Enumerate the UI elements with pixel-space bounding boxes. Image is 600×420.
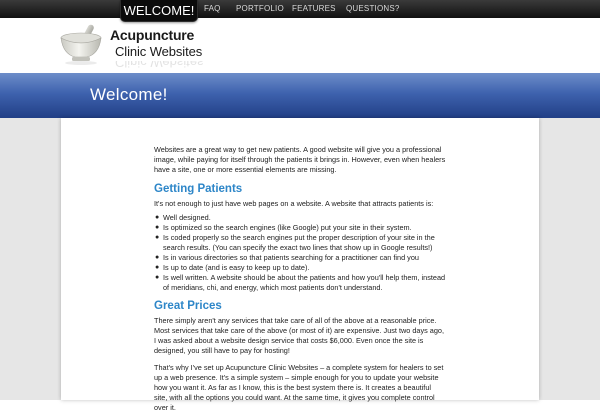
- great-prices-paragraph: There simply aren't any services that ta…: [154, 316, 444, 355]
- bullet-icon: ●: [155, 234, 160, 241]
- bullet-icon: ●: [155, 264, 160, 271]
- list-item-text: Is optimized so the search engines (like…: [163, 223, 412, 232]
- page-title: Welcome!: [90, 85, 168, 104]
- list-item-text: Is coded properly so the search engines …: [163, 233, 435, 252]
- heading-getting-patients: Getting Patients: [154, 183, 243, 195]
- list-item: ● Is optimized so the search engines (lik…: [154, 223, 446, 233]
- list-item: ● Is coded properly so the search engines…: [154, 233, 446, 253]
- main-content: Websites are a great way to get new pati…: [154, 145, 446, 420]
- bullet-icon: ●: [155, 274, 160, 281]
- bullet-icon: ●: [155, 224, 160, 231]
- logo-line-2: Clinic Websites: [115, 44, 203, 59]
- nav-item-welcome-active[interactable]: WELCOME!: [120, 0, 198, 22]
- heading-great-prices: Great Prices: [154, 300, 222, 312]
- page-banner: Welcome!: [0, 73, 600, 118]
- list-item: ● Is up to date (and is easy to keep up t…: [154, 263, 446, 273]
- list-item: ● Is in various directories so that patie…: [154, 253, 446, 263]
- list-item-text: Is up to date (and is easy to keep up to…: [163, 263, 310, 272]
- bullet-icon: ●: [155, 254, 160, 261]
- features-list: ● Well designed. ● Is optimized so the sea…: [154, 213, 446, 293]
- nav-item-features[interactable]: FEATURES: [292, 0, 336, 18]
- nav-item-portfolio[interactable]: PORTFOLIO: [236, 0, 284, 18]
- intro-paragraph: Websites are a great way to get new pati…: [154, 145, 446, 174]
- list-item: ● Is well written. A website should be ab…: [154, 273, 446, 293]
- list-item-text: Well designed.: [163, 213, 211, 222]
- system-paragraph: That's why I've set up Acupuncture Clini…: [154, 363, 444, 412]
- list-item: ● Well designed.: [154, 213, 446, 223]
- mortar-pestle-logo-icon: [60, 24, 102, 65]
- list-item-text: Is in various directories so that patien…: [163, 253, 419, 262]
- site-logo-text[interactable]: Acupuncture Clinic Websites: [110, 27, 202, 60]
- bullet-icon: ●: [155, 214, 160, 221]
- getting-patients-paragraph: It's not enough to just have web pages o…: [154, 199, 434, 208]
- logo-reflection: Clinic Websites: [115, 61, 204, 69]
- list-item-text: Is well written. A website should be abo…: [163, 273, 446, 292]
- top-nav-bar: FAQ PORTFOLIO FEATURES QUESTIONS?: [0, 0, 600, 18]
- nav-item-questions[interactable]: QUESTIONS?: [346, 0, 400, 18]
- nav-item-faq[interactable]: FAQ: [204, 0, 221, 18]
- logo-line-1: Acupuncture: [110, 27, 195, 43]
